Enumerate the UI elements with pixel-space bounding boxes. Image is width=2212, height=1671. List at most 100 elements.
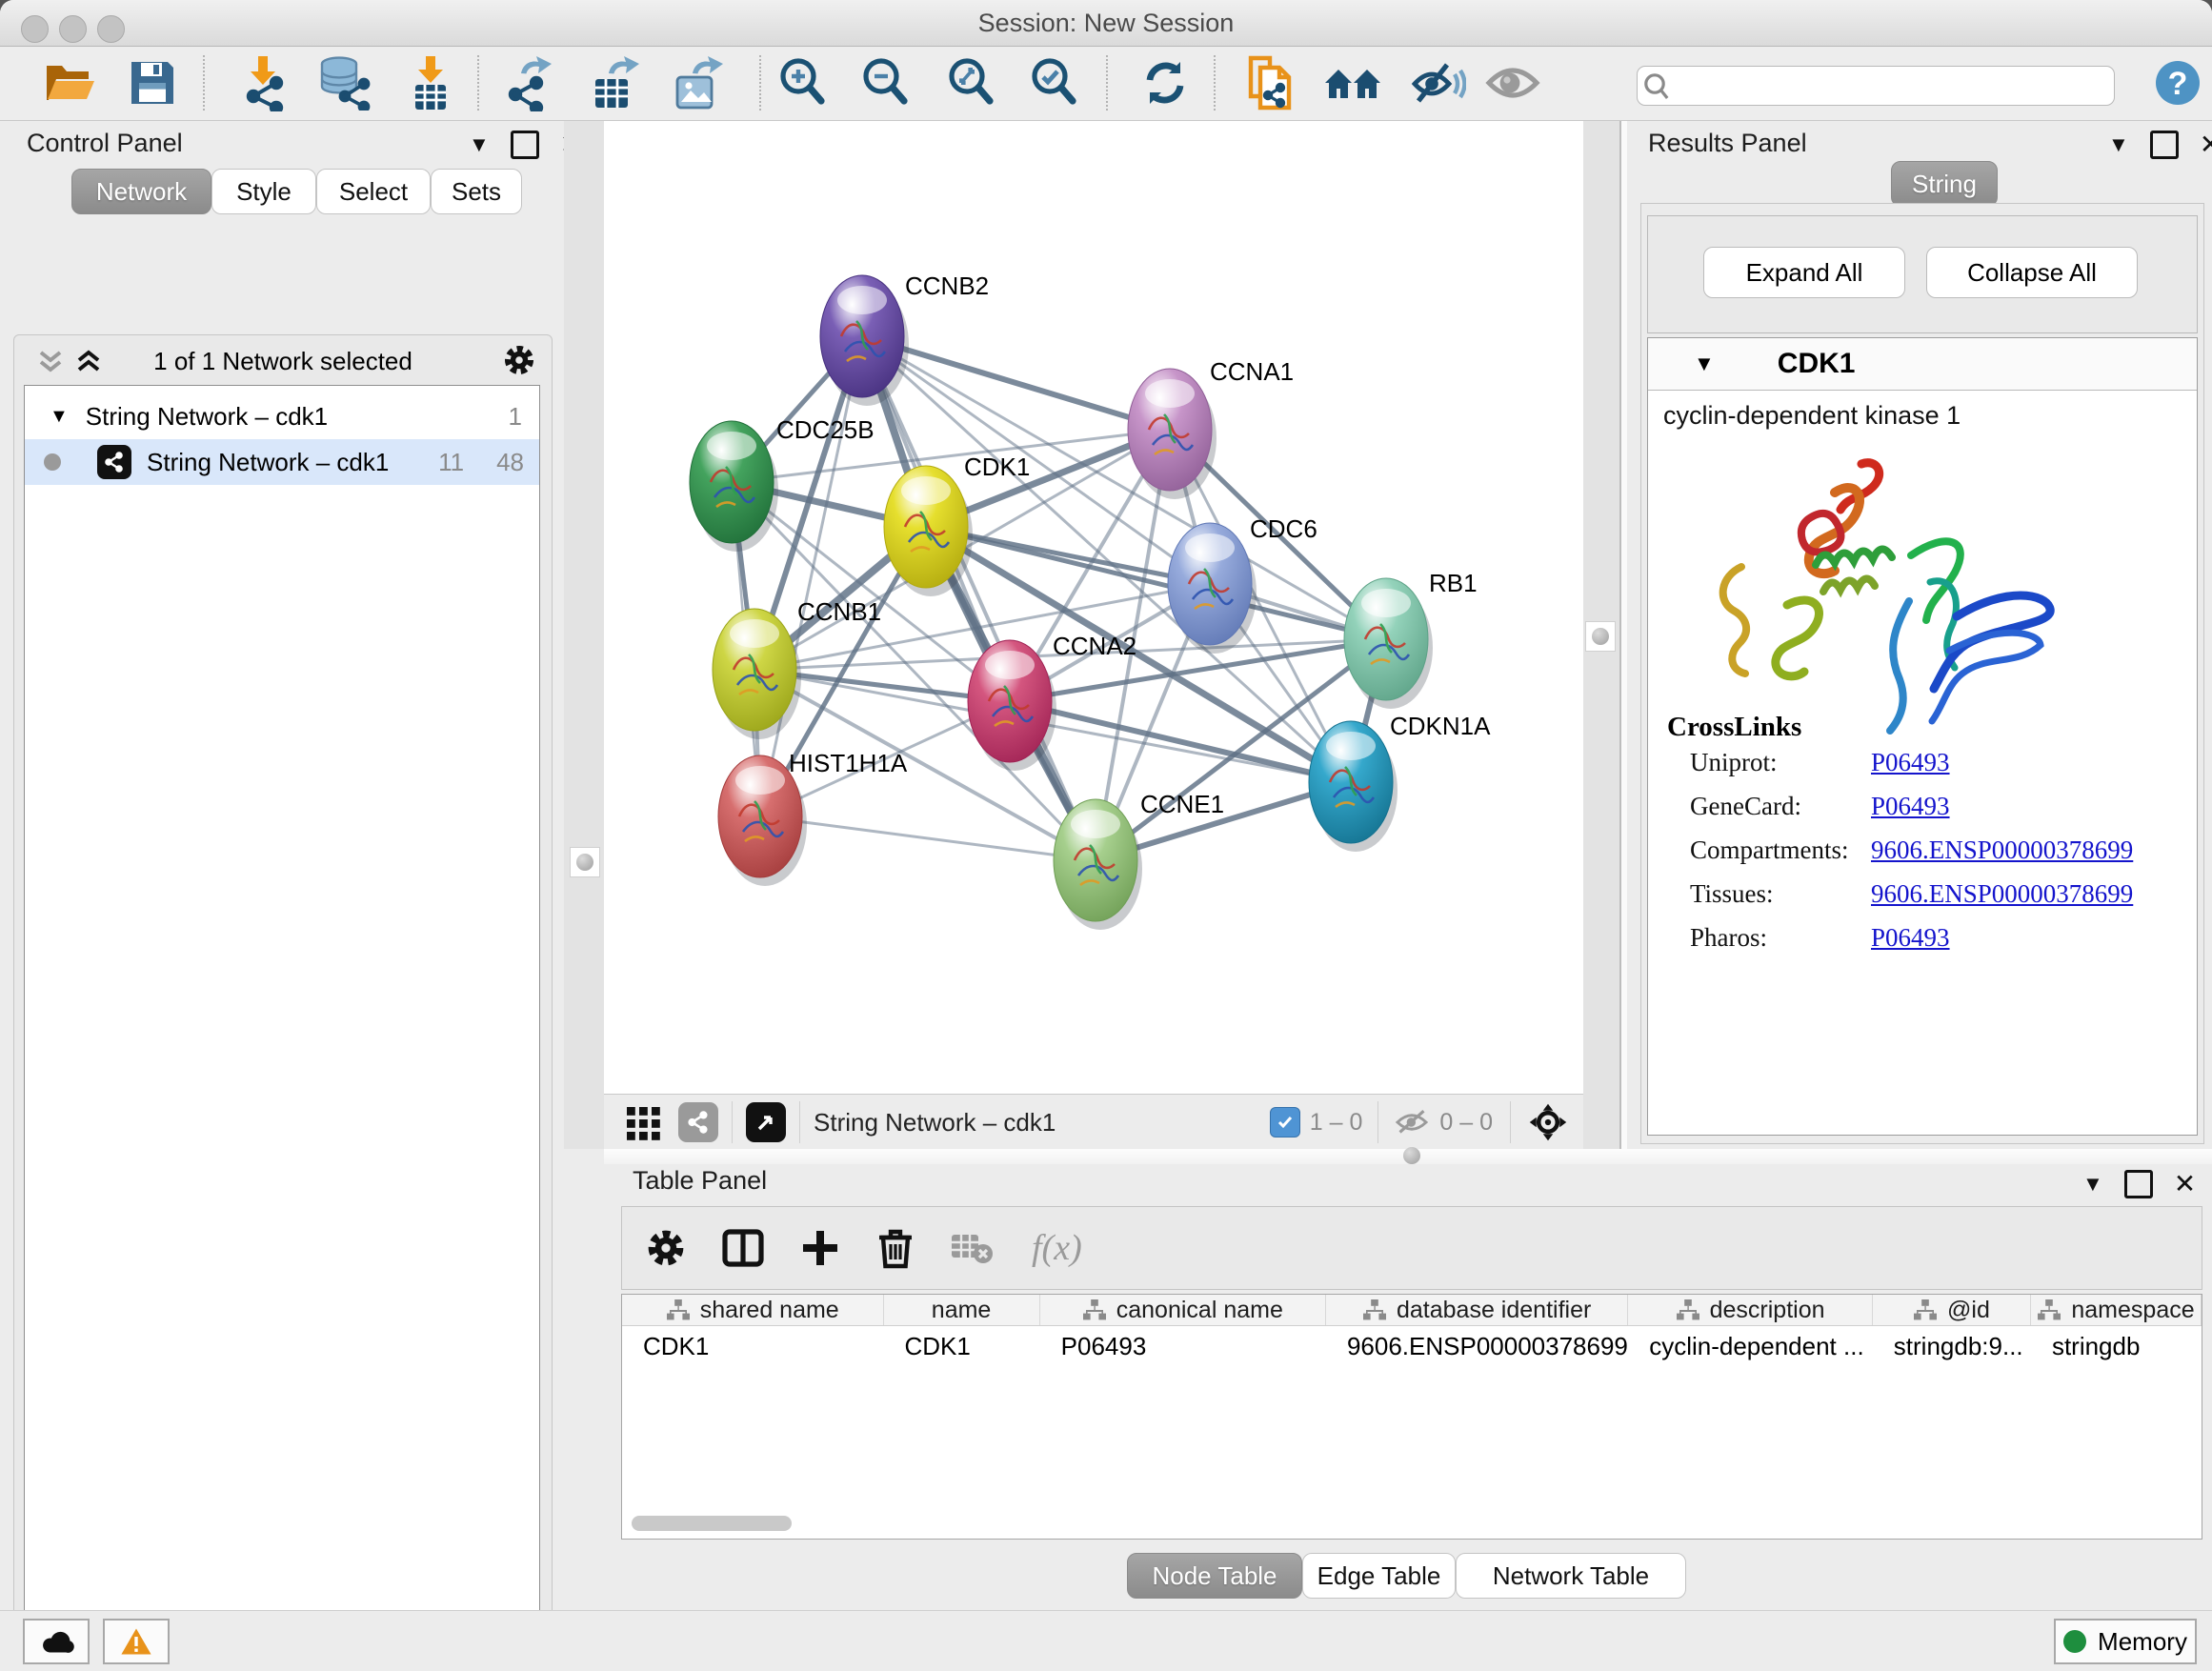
tab-network-table[interactable]: Network Table: [1456, 1553, 1686, 1599]
delete-table-icon[interactable]: [950, 1231, 994, 1265]
column-header-shared-name[interactable]: shared name: [622, 1295, 884, 1325]
network-edge[interactable]: [760, 336, 862, 816]
network-node-CDK1[interactable]: CDK1: [884, 453, 1030, 588]
table-cell[interactable]: CDK1: [622, 1332, 883, 1361]
node-table[interactable]: shared namenamecanonical namedatabase id…: [621, 1294, 2202, 1540]
duplicate-network-icon[interactable]: [1238, 52, 1301, 113]
collapse-all-button[interactable]: Collapse All: [1926, 247, 2138, 298]
table-cell[interactable]: CDK1: [883, 1332, 1039, 1361]
table-cell[interactable]: P06493: [1040, 1332, 1326, 1361]
crosslink-row: Pharos:P06493: [1690, 923, 2185, 967]
network-edge[interactable]: [760, 816, 1096, 860]
export-network-icon[interactable]: [497, 52, 560, 113]
crosslink-link[interactable]: 9606.ENSP00000378699: [1871, 879, 2133, 923]
grid-view-icon[interactable]: [625, 1103, 663, 1141]
cloud-button[interactable]: [23, 1619, 90, 1664]
cdk1-section-header[interactable]: ▼ CDK1: [1648, 338, 2197, 391]
network-node-CDKN1A[interactable]: CDKN1A: [1309, 712, 1491, 843]
memory-button[interactable]: Memory: [2054, 1619, 2197, 1664]
birds-eye-view-icon[interactable]: [746, 1102, 786, 1142]
node-label: CCNA2: [1053, 632, 1136, 660]
network-edge[interactable]: [1010, 701, 1351, 782]
panel-menu-icon[interactable]: ▼: [2108, 132, 2129, 157]
add-column-icon[interactable]: [799, 1227, 841, 1269]
hide-selected-icon[interactable]: [1407, 52, 1470, 113]
fit-content-icon[interactable]: [1528, 1102, 1568, 1142]
close-panel-icon[interactable]: ✕: [2174, 1173, 2196, 1196]
table-cell[interactable]: stringdb: [2031, 1332, 2202, 1361]
zoom-fit-icon[interactable]: [940, 52, 1003, 113]
import-network-icon[interactable]: [231, 52, 294, 113]
tab-edge-table[interactable]: Edge Table: [1302, 1553, 1456, 1599]
zoom-selected-icon[interactable]: [1023, 52, 1086, 113]
tab-string[interactable]: String: [1891, 161, 1998, 207]
delete-column-icon[interactable]: [875, 1226, 915, 1270]
import-table-icon[interactable]: [399, 52, 462, 113]
expand-all-button[interactable]: Expand All: [1703, 247, 1905, 298]
show-columns-icon[interactable]: [721, 1226, 765, 1270]
float-panel-icon[interactable]: [2150, 131, 2179, 159]
network-canvas[interactable]: CCNB2CCNA1CDC25BCDK1CDC6RB1CCNB1CCNA2CDK…: [604, 121, 1583, 1094]
crosslink-link[interactable]: P06493: [1871, 792, 1950, 836]
tab-sets[interactable]: Sets: [431, 169, 522, 214]
left-splitter-handle[interactable]: [570, 847, 600, 877]
tab-node-table[interactable]: Node Table: [1127, 1553, 1302, 1599]
export-table-icon[interactable]: [581, 52, 644, 113]
table-cell[interactable]: 9606.ENSP00000378699: [1326, 1332, 1628, 1361]
column-header-name[interactable]: name: [884, 1295, 1040, 1325]
tab-select[interactable]: Select: [316, 169, 431, 214]
panel-menu-icon[interactable]: ▼: [2082, 1172, 2103, 1197]
tree-expand-icon[interactable]: ▼: [50, 406, 69, 428]
right-splitter-handle[interactable]: [1585, 621, 1616, 652]
left-splitter[interactable]: [564, 121, 604, 1149]
horizontal-splitter[interactable]: [604, 1149, 2212, 1164]
network-row[interactable]: String Network – cdk1 11 48: [25, 439, 539, 485]
float-panel-icon[interactable]: [2124, 1170, 2153, 1198]
help-icon[interactable]: ?: [2146, 52, 2209, 113]
search-input[interactable]: [1679, 71, 2093, 100]
network-node-RB1[interactable]: RB1: [1344, 569, 1478, 700]
show-all-icon[interactable]: [1481, 52, 1544, 113]
zoom-out-icon[interactable]: [855, 52, 917, 113]
application-window: Session: New Session: [0, 0, 2212, 1671]
table-row[interactable]: CDK1CDK1P064939606.ENSP00000378699cyclin…: [622, 1326, 2202, 1366]
hidden-eye-icon[interactable]: [1394, 1108, 1430, 1137]
crosslink-link[interactable]: P06493: [1871, 923, 1950, 967]
network-edge[interactable]: [926, 527, 1386, 639]
search-field[interactable]: [1637, 66, 2115, 106]
save-icon[interactable]: [121, 52, 184, 113]
tab-network[interactable]: Network: [71, 169, 211, 214]
column-header-description[interactable]: description: [1628, 1295, 1873, 1325]
column-header-canonical-name[interactable]: canonical name: [1040, 1295, 1326, 1325]
import-database-icon[interactable]: [312, 52, 375, 113]
function-builder-icon[interactable]: f(x): [1032, 1227, 1082, 1269]
network-node-CDC25B[interactable]: CDC25B: [690, 415, 875, 543]
warnings-button[interactable]: [103, 1619, 170, 1664]
refresh-icon[interactable]: [1134, 52, 1196, 113]
column-header-namespace[interactable]: namespace: [2031, 1295, 2202, 1325]
table-cell[interactable]: stringdb:9...: [1873, 1332, 2031, 1361]
right-splitter[interactable]: [1583, 121, 1619, 1149]
export-image-icon[interactable]: [665, 52, 728, 113]
network-edge[interactable]: [862, 336, 1096, 860]
horizontal-scrollbar[interactable]: [632, 1516, 792, 1531]
home-icon[interactable]: [1321, 52, 1384, 113]
column-header--id[interactable]: @id: [1873, 1295, 2031, 1325]
table-cell[interactable]: cyclin-dependent ...: [1628, 1332, 1873, 1361]
table-options-gear-icon[interactable]: [645, 1227, 687, 1269]
float-panel-icon[interactable]: [511, 131, 539, 159]
open-folder-icon[interactable]: [39, 52, 102, 113]
network-options-gear-icon[interactable]: [502, 343, 536, 377]
crosslink-link[interactable]: P06493: [1871, 748, 1950, 792]
network-collection-row[interactable]: ▼ String Network – cdk1 1: [25, 393, 539, 439]
network-view-icon[interactable]: [678, 1102, 718, 1142]
close-panel-icon[interactable]: ✕: [2200, 133, 2212, 156]
network-node-HIST1H1A[interactable]: HIST1H1A: [718, 749, 908, 877]
panel-menu-icon[interactable]: ▼: [469, 132, 490, 157]
tab-style[interactable]: Style: [211, 169, 316, 214]
crosslink-link[interactable]: 9606.ENSP00000378699: [1871, 836, 2133, 879]
zoom-in-icon[interactable]: [772, 52, 835, 113]
selected-checkbox-icon[interactable]: [1270, 1107, 1300, 1137]
column-header-database-identifier[interactable]: database identifier: [1326, 1295, 1628, 1325]
section-collapse-icon[interactable]: ▼: [1694, 352, 1715, 376]
